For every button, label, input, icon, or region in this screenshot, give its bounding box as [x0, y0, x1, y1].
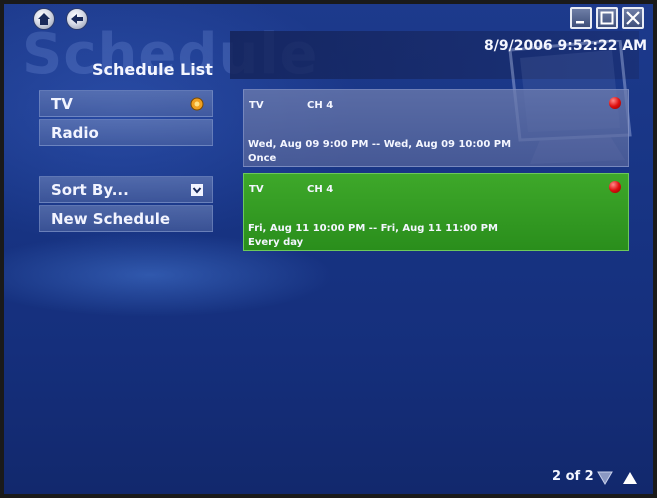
page-indicator: 2 of 2 — [552, 469, 594, 484]
page-up-icon[interactable] — [622, 471, 638, 485]
menu-item-tv[interactable]: TV — [39, 90, 213, 117]
new-schedule-button[interactable]: New Schedule — [39, 205, 213, 232]
schedule-item[interactable]: TV CH 4 Wed, Aug 09 9:00 PM -- Wed, Aug … — [243, 89, 629, 167]
selected-indicator-icon — [190, 97, 204, 111]
schedule-item-selected[interactable]: TV CH 4 Fri, Aug 11 10:00 PM -- Fri, Aug… — [243, 173, 629, 251]
schedule-frequency: Once — [248, 153, 277, 164]
schedule-source: TV — [249, 184, 264, 195]
schedule-source: TV — [249, 100, 264, 111]
clock: 8/9/2006 9:52:22 AM — [484, 38, 648, 54]
menu-item-label: Radio — [51, 124, 99, 142]
menu-item-label: New Schedule — [51, 210, 171, 228]
dropdown-checkbox-icon — [191, 184, 203, 196]
back-arrow-icon — [71, 14, 83, 24]
sort-by-dropdown[interactable]: Sort By... — [39, 176, 213, 203]
close-icon — [626, 11, 640, 25]
page-title: Schedule List — [92, 60, 213, 79]
schedule-frequency: Every day — [248, 237, 304, 248]
record-icon — [609, 181, 621, 193]
record-icon — [609, 97, 621, 109]
menu-item-radio[interactable]: Radio — [39, 119, 213, 146]
back-button[interactable] — [66, 8, 88, 30]
schedule-time-range: Wed, Aug 09 9:00 PM -- Wed, Aug 09 10:00… — [248, 139, 512, 150]
page-down-icon[interactable] — [597, 471, 613, 485]
minimize-button[interactable] — [570, 7, 592, 29]
menu-item-label: TV — [51, 95, 73, 113]
schedule-channel: CH 4 — [307, 100, 334, 111]
maximize-button[interactable] — [596, 7, 618, 29]
close-button[interactable] — [622, 7, 644, 29]
schedule-channel: CH 4 — [307, 184, 334, 195]
home-icon — [38, 13, 50, 25]
minimize-icon — [576, 21, 584, 24]
home-button[interactable] — [33, 8, 55, 30]
menu-item-label: Sort By... — [51, 181, 129, 199]
maximize-icon — [600, 11, 614, 25]
schedule-time-range: Fri, Aug 11 10:00 PM -- Fri, Aug 11 11:0… — [248, 223, 498, 234]
